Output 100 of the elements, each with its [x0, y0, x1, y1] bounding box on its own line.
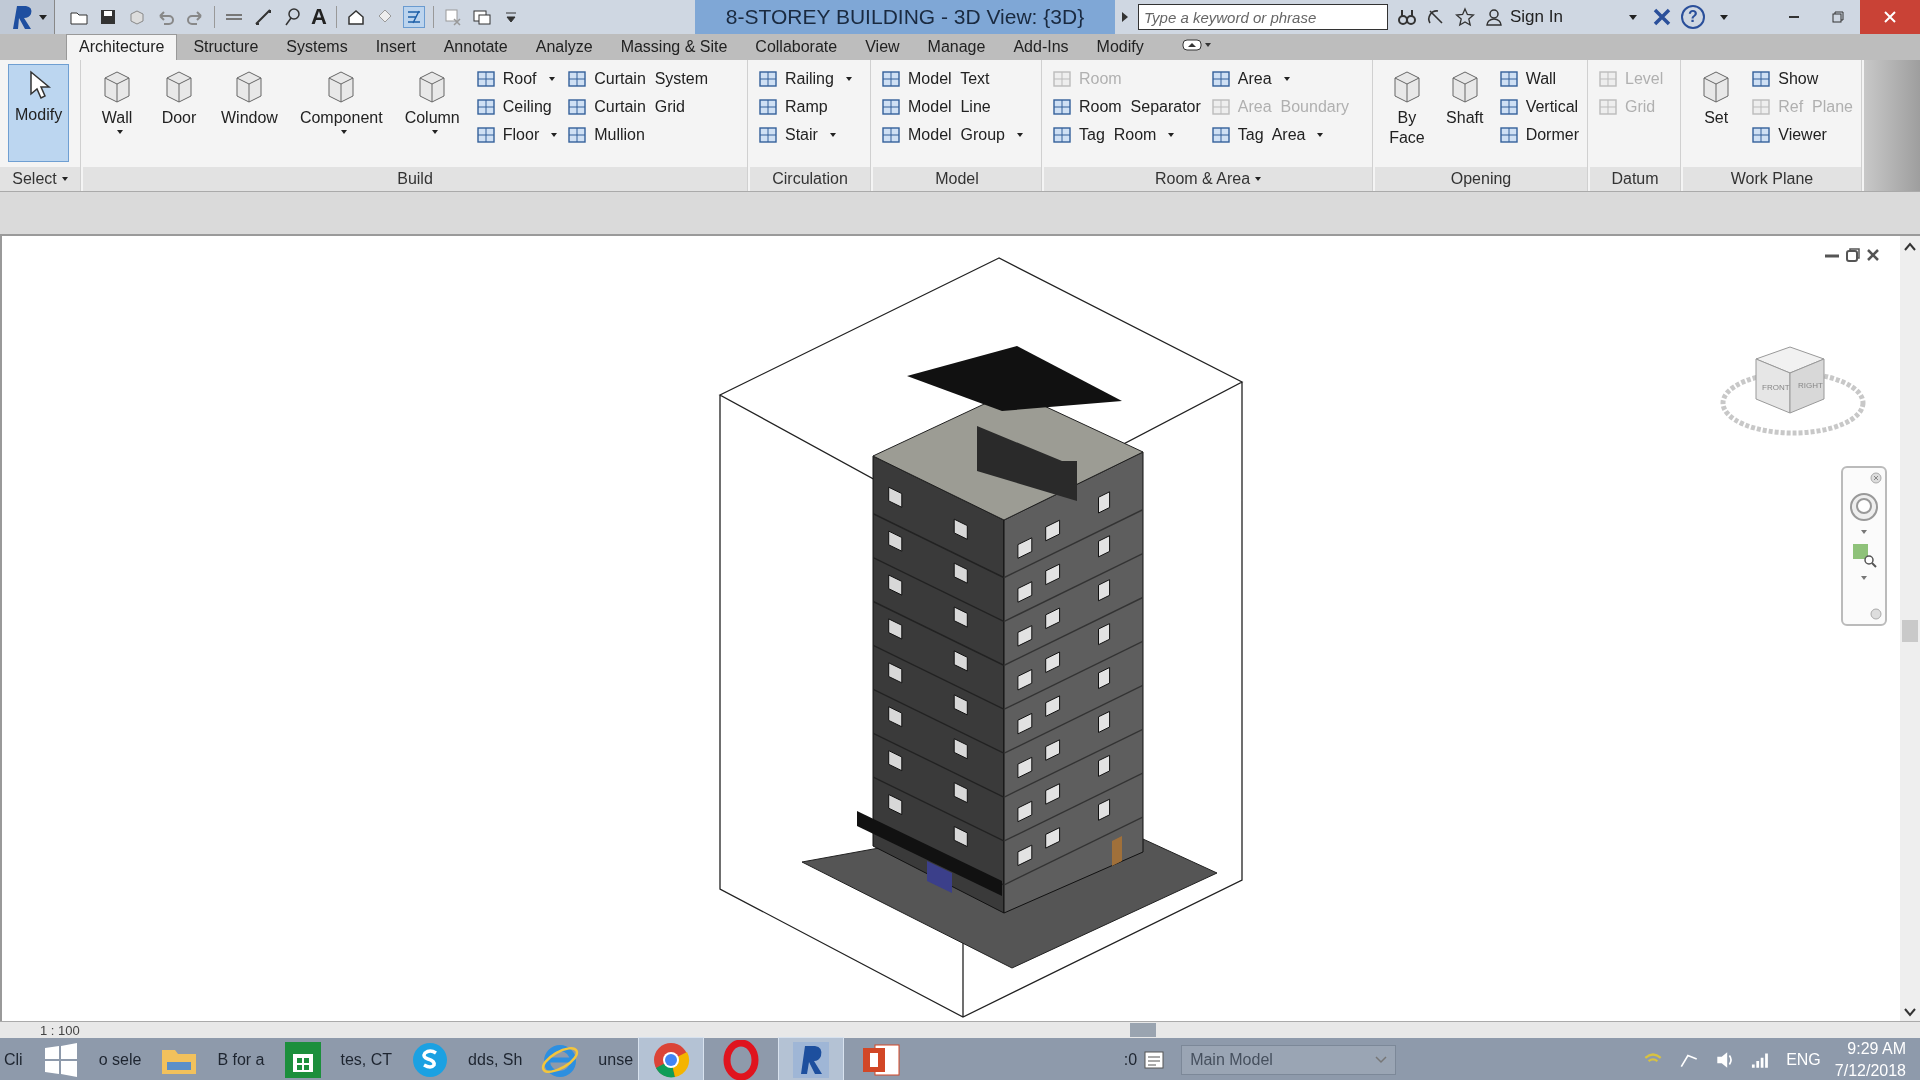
ribbon-tool-button[interactable]: Model Text	[881, 68, 1023, 90]
panel-title[interactable]: Circulation	[750, 167, 870, 191]
panel-title[interactable]: Room & Area	[1044, 167, 1372, 191]
ribbon-tab[interactable]: Massing & Site	[608, 35, 740, 60]
ribbon-tool-button[interactable]: Door	[153, 64, 205, 162]
tool-icon	[475, 69, 496, 89]
ribbon-tool-button[interactable]: Wall	[1498, 68, 1579, 90]
thin-lines-icon[interactable]	[403, 7, 424, 27]
panel-title[interactable]: Build	[83, 167, 747, 191]
binoculars-icon[interactable]	[1397, 7, 1417, 27]
ribbon-tool-button[interactable]: Tag Area	[1210, 124, 1350, 146]
ribbon-tab[interactable]: Analyze	[523, 35, 605, 60]
ribbon-tool-button[interactable]: Floor	[475, 124, 558, 146]
ribbon-tab[interactable]: Insert	[363, 35, 428, 60]
save-icon[interactable]	[98, 7, 118, 27]
chrome-icon	[651, 1040, 692, 1080]
ribbon-tab[interactable]: Add-Ins	[1001, 35, 1081, 60]
tag-icon[interactable]	[282, 7, 302, 27]
ribbon-tab[interactable]: Systems	[274, 35, 360, 60]
panel-title[interactable]: Select	[0, 167, 80, 191]
tool-icon	[758, 69, 778, 89]
close-icon	[1884, 11, 1896, 23]
zoom-icon[interactable]	[1851, 542, 1877, 568]
ribbon-tool-button[interactable]: Window	[215, 64, 284, 162]
tool-icon	[881, 125, 901, 145]
panel-title[interactable]: Model	[873, 167, 1041, 191]
ribbon-tab[interactable]: Manage	[915, 35, 998, 60]
ribbon-tab[interactable]: Modify	[1084, 35, 1156, 60]
close-icon[interactable]	[1866, 248, 1880, 262]
sign-in-button[interactable]: Sign In	[1484, 7, 1614, 27]
application-menu-button[interactable]	[0, 0, 55, 34]
caret-icon[interactable]	[1629, 14, 1637, 20]
restore-icon[interactable]	[1846, 248, 1860, 262]
ribbon-tool-button[interactable]: Component	[293, 64, 389, 162]
tool-icon	[1598, 69, 1618, 89]
ribbon-tool-button[interactable]: By Face	[1383, 64, 1431, 162]
ribbon-tab[interactable]: View	[853, 35, 912, 60]
tool-icon	[881, 69, 901, 89]
ribbon-tool-button[interactable]: Model Line	[881, 96, 1023, 118]
text-button[interactable]: A	[311, 4, 327, 30]
ribbon-tool-button[interactable]: Tag Room	[1052, 124, 1201, 146]
ribbon-tool-button[interactable]: Vertical	[1498, 96, 1579, 118]
ribbon-tool-button[interactable]: Curtain System	[567, 68, 709, 90]
caret-icon	[829, 133, 836, 137]
ribbon-tool-button[interactable]: Mullion	[567, 124, 709, 146]
tool-icon	[567, 69, 588, 89]
ribbon-tool-button[interactable]: Curtain Grid	[567, 96, 709, 118]
worksets-icon[interactable]	[1143, 1050, 1166, 1070]
steering-wheel-icon[interactable]	[1849, 492, 1879, 522]
caret-icon	[551, 133, 558, 137]
switch-windows-icon[interactable]	[471, 7, 492, 27]
scroll-thumb[interactable]	[1902, 620, 1918, 642]
scroll-thumb[interactable]	[1129, 1023, 1156, 1037]
help-button[interactable]: ?	[1681, 5, 1705, 29]
ribbon-tool-button[interactable]: Railing	[758, 68, 852, 90]
ribbon-tool-button[interactable]: Ceiling	[475, 96, 558, 118]
caret-icon	[548, 77, 555, 81]
ribbon-tool-button[interactable]: Modify	[8, 64, 70, 162]
panel-title[interactable]: Opening	[1375, 167, 1587, 191]
scrollbar[interactable]	[1900, 236, 1920, 1021]
ribbon-tool-button[interactable]: Wall	[91, 64, 143, 162]
ribbon-tool-button[interactable]: Roof	[475, 68, 558, 90]
taskbar-app-button[interactable]	[639, 1038, 704, 1080]
status-hint-fragment: o sele	[98, 1051, 142, 1069]
ribbon-tool-button[interactable]: Dormer	[1498, 124, 1579, 146]
panel-title[interactable]: Datum	[1590, 167, 1680, 191]
ribbon-tab[interactable]: Collaborate	[743, 35, 850, 60]
close-windows-icon[interactable]	[442, 7, 463, 27]
house-icon[interactable]	[345, 7, 366, 27]
dimension-icon[interactable]	[253, 7, 273, 27]
ribbon-tool-button[interactable]: Viewer	[1751, 124, 1853, 146]
close-icon[interactable]	[1870, 472, 1882, 484]
ribbon-tab[interactable]: Annotate	[431, 35, 520, 60]
ribbon-tool-button[interactable]: Room Separator	[1052, 96, 1201, 118]
ribbon-tool-button[interactable]: Ramp	[758, 96, 852, 118]
caret-icon[interactable]	[1720, 14, 1728, 20]
caret-icon	[340, 130, 347, 134]
search-field[interactable]: Type a keyword or phrase	[1138, 4, 1388, 30]
ribbon-tool-button[interactable]: Model Group	[881, 124, 1023, 146]
ribbon-tool-button[interactable]: Column	[398, 64, 466, 162]
status-hint-fragment: dds, Sh	[468, 1051, 523, 1069]
view-scale[interactable]: 1 : 100	[40, 1022, 80, 1038]
status-hint-fragment: B for a	[217, 1051, 265, 1069]
close-button[interactable]	[1860, 0, 1920, 34]
ribbon-tool-button[interactable]: Area	[1210, 68, 1350, 90]
expand-icon[interactable]	[1121, 11, 1129, 23]
tool-icon	[1598, 97, 1618, 117]
ribbon-tool-button[interactable]: Show	[1751, 68, 1853, 90]
panel-title[interactable]: Work Plane	[1683, 167, 1861, 191]
caret-icon	[116, 130, 123, 134]
ribbon-tool-button[interactable]: Set	[1691, 64, 1742, 162]
exchange-icon[interactable]	[1652, 7, 1672, 27]
ribbon-tool-button[interactable]: Stair	[758, 124, 852, 146]
ribbon-tool-button[interactable]: Shaft	[1440, 64, 1489, 162]
caret-icon	[1317, 133, 1324, 137]
caret-icon	[1283, 77, 1290, 81]
star-icon[interactable]	[1455, 7, 1475, 27]
ribbon-tab[interactable]: Architecture	[66, 34, 178, 60]
taskbar-app-button[interactable]	[779, 1038, 844, 1080]
ribbon-tab[interactable]: Structure	[181, 35, 271, 60]
